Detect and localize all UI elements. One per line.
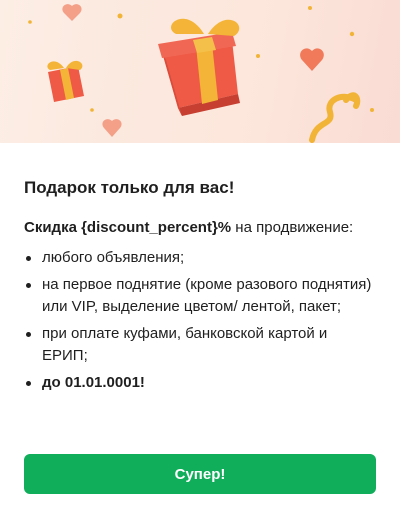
list-item: при оплате куфами, банковской картой и Е…	[24, 323, 376, 367]
heart-icon	[102, 119, 122, 137]
discount-target: на продвижение:	[231, 219, 354, 236]
dialog-body: Подарок только для вас! Скидка {discount…	[0, 143, 400, 394]
discount-amount: Скидка {discount_percent}%	[24, 219, 232, 236]
gift-illustration	[28, 4, 374, 143]
gift-icon	[47, 60, 84, 102]
list-item-deadline: до 01.01.0001!	[24, 372, 376, 394]
list-item: любого объявления;	[24, 247, 376, 269]
promo-banner	[0, 0, 400, 143]
list-item: на первое поднятие (кроме разового подня…	[24, 274, 376, 318]
heart-icon	[62, 4, 82, 21]
ribbon-icon	[309, 92, 361, 143]
discount-description: Скидка {discount_percent}% на продвижени…	[24, 217, 376, 239]
confirm-button[interactable]: Супер!	[24, 454, 376, 494]
gift-icon	[158, 18, 240, 116]
conditions-list: любого объявления; на первое поднятие (к…	[24, 247, 376, 394]
dialog-title: Подарок только для вас!	[24, 178, 235, 197]
heart-icon	[300, 48, 324, 71]
